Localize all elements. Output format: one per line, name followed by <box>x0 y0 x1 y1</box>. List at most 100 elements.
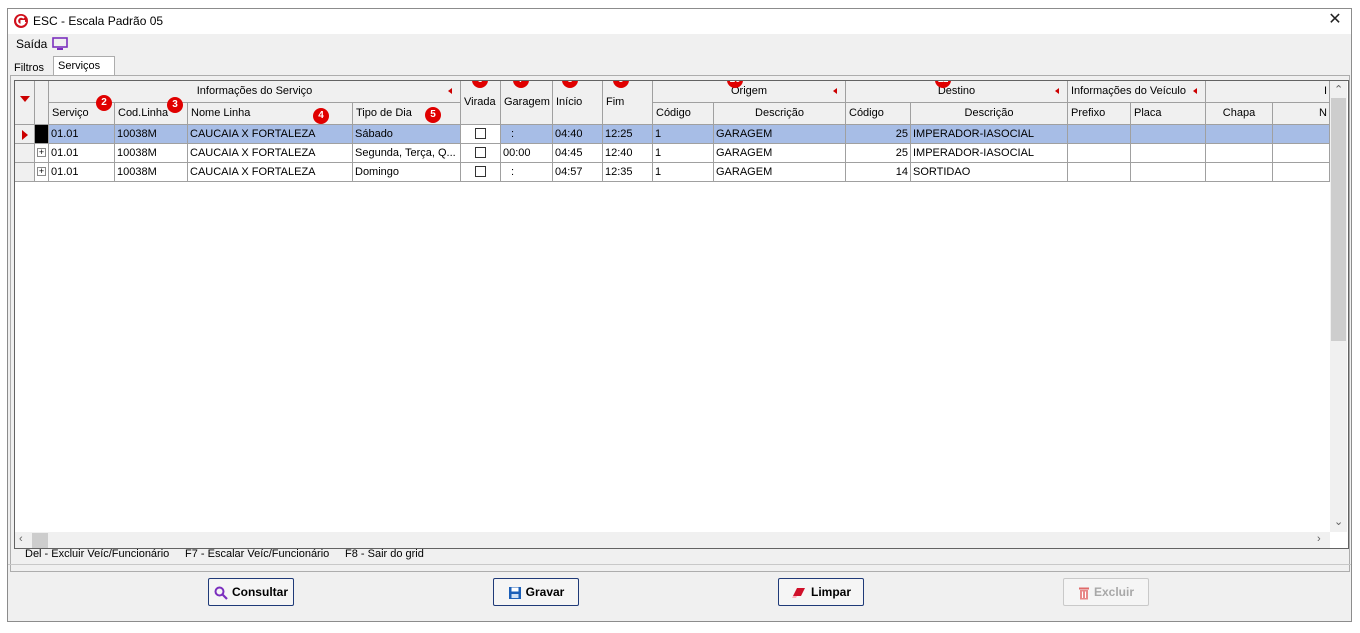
cell-origem-descricao[interactable]: GARAGEM <box>714 144 846 163</box>
cell-inicio[interactable]: 04:57 <box>553 163 603 182</box>
col-header-garagem[interactable]: Garagem <box>501 81 553 125</box>
cell-placa[interactable] <box>1131 163 1206 182</box>
cell-chapa[interactable] <box>1206 144 1273 163</box>
virada-checkbox[interactable] <box>475 128 486 139</box>
close-icon[interactable]: ✕ <box>1327 12 1343 28</box>
consultar-button[interactable]: Consultar <box>208 578 294 606</box>
limpar-button[interactable]: Limpar <box>778 578 864 606</box>
col-header-inicio[interactable]: Início <box>553 81 603 125</box>
cell-truncated[interactable] <box>1273 125 1330 144</box>
cell-cod-linha[interactable]: 10038M <box>115 125 188 144</box>
cell-tipo-dia[interactable]: Sábado <box>353 125 461 144</box>
virada-checkbox[interactable] <box>475 166 486 177</box>
cell-tipo-dia[interactable]: Domingo <box>353 163 461 182</box>
collapse-arrow-icon[interactable] <box>833 88 837 94</box>
cell-destino-descricao[interactable]: IMPERADOR-IASOCIAL <box>911 144 1068 163</box>
scroll-up-icon[interactable]: ⌃ <box>1334 83 1343 96</box>
cell-destino-codigo[interactable]: 25 <box>846 144 911 163</box>
expand-plus-icon[interactable]: + <box>37 167 46 176</box>
tab-servicos[interactable]: Serviços <box>53 56 115 76</box>
group-header-origem[interactable]: Origem <box>653 81 846 103</box>
cell-origem-codigo[interactable]: 1 <box>653 163 714 182</box>
group-header-info-veiculo[interactable]: Informações do Veículo <box>1068 81 1206 103</box>
cell-prefixo[interactable] <box>1068 163 1131 182</box>
col-header-truncated[interactable]: N <box>1273 103 1330 125</box>
tab-filtros[interactable]: Filtros <box>10 59 54 75</box>
scroll-right-icon[interactable]: › <box>1317 533 1321 545</box>
cell-servico[interactable]: 01.01 <box>49 125 115 144</box>
col-header-tipo-dia[interactable]: Tipo de Dia <box>353 103 461 125</box>
cell-placa[interactable] <box>1131 144 1206 163</box>
col-header-origem-codigo[interactable]: Código <box>653 103 714 125</box>
cell-placa[interactable] <box>1131 125 1206 144</box>
cell-virada[interactable] <box>461 144 501 163</box>
cell-truncated[interactable] <box>1273 144 1330 163</box>
excluir-button[interactable]: Excluir <box>1063 578 1149 606</box>
grid-corner-header[interactable] <box>15 81 35 125</box>
col-header-fim[interactable]: Fim <box>603 81 653 125</box>
cell-servico[interactable]: 01.01 <box>49 163 115 182</box>
row-expand-cell[interactable]: + <box>35 144 49 163</box>
cell-inicio[interactable]: 04:45 <box>553 144 603 163</box>
cell-destino-descricao[interactable]: IMPERADOR-IASOCIAL <box>911 125 1068 144</box>
cell-inicio[interactable]: 04:40 <box>553 125 603 144</box>
virada-checkbox[interactable] <box>475 147 486 158</box>
row-expand-cell[interactable]: + <box>35 163 49 182</box>
row-expand-cell[interactable] <box>35 125 49 144</box>
cell-tipo-dia[interactable]: Segunda, Terça, Q... <box>353 144 461 163</box>
cell-virada[interactable] <box>461 163 501 182</box>
cell-fim[interactable]: 12:25 <box>603 125 653 144</box>
cell-origem-descricao[interactable]: GARAGEM <box>714 125 846 144</box>
collapse-arrow-icon[interactable] <box>1193 88 1197 94</box>
cell-cod-linha[interactable]: 10038M <box>115 144 188 163</box>
horizontal-scrollbar[interactable]: ‹ › <box>15 532 1330 548</box>
cell-garagem[interactable]: 00:00 <box>501 144 553 163</box>
scroll-left-icon[interactable]: ‹ <box>19 533 23 545</box>
cell-chapa[interactable] <box>1206 125 1273 144</box>
services-grid[interactable]: Informações do Serviço Serviço Cod.Linha… <box>14 80 1349 549</box>
row-indicator[interactable] <box>15 125 35 144</box>
cell-virada[interactable] <box>461 125 501 144</box>
table-row[interactable]: + 01.01 10038M CAUCAIA X FORTALEZA Domin… <box>15 163 1330 182</box>
table-row[interactable]: + 01.01 10038M CAUCAIA X FORTALEZA Segun… <box>15 144 1330 163</box>
col-header-placa[interactable]: Placa <box>1131 103 1206 125</box>
cell-origem-codigo[interactable]: 1 <box>653 144 714 163</box>
cell-fim[interactable]: 12:35 <box>603 163 653 182</box>
cell-nome-linha[interactable]: CAUCAIA X FORTALEZA <box>188 144 353 163</box>
col-header-origem-descricao[interactable]: Descrição <box>714 103 846 125</box>
group-header-truncated[interactable]: I <box>1206 81 1330 103</box>
cell-prefixo[interactable] <box>1068 125 1131 144</box>
scroll-down-icon[interactable]: ⌄ <box>1334 515 1343 528</box>
vertical-scrollbar[interactable]: ⌃ ⌄ <box>1330 81 1347 532</box>
collapse-arrow-icon[interactable] <box>1055 88 1059 94</box>
cell-nome-linha[interactable]: CAUCAIA X FORTALEZA <box>188 163 353 182</box>
cell-fim[interactable]: 12:40 <box>603 144 653 163</box>
cell-origem-codigo[interactable]: 1 <box>653 125 714 144</box>
menu-saida[interactable]: Saída <box>16 37 47 51</box>
cell-destino-descricao[interactable]: SORTIDAO <box>911 163 1068 182</box>
cell-prefixo[interactable] <box>1068 144 1131 163</box>
cell-truncated[interactable] <box>1273 163 1330 182</box>
col-header-destino-codigo[interactable]: Código <box>846 103 911 125</box>
expand-plus-icon[interactable]: + <box>37 148 46 157</box>
table-row[interactable]: 01.01 10038M CAUCAIA X FORTALEZA Sábado … <box>15 125 1330 144</box>
gravar-button[interactable]: Gravar <box>493 578 579 606</box>
cell-cod-linha[interactable]: 10038M <box>115 163 188 182</box>
cell-origem-descricao[interactable]: GARAGEM <box>714 163 846 182</box>
col-header-chapa[interactable]: Chapa <box>1206 103 1273 125</box>
cell-destino-codigo[interactable]: 25 <box>846 125 911 144</box>
cell-garagem[interactable]: : <box>501 125 553 144</box>
group-header-destino[interactable]: Destino <box>846 81 1068 103</box>
collapse-arrow-icon[interactable] <box>448 88 452 94</box>
cell-chapa[interactable] <box>1206 163 1273 182</box>
cell-destino-codigo[interactable]: 14 <box>846 163 911 182</box>
row-indicator[interactable] <box>15 163 35 182</box>
horizontal-scroll-thumb[interactable] <box>32 533 48 548</box>
cell-servico[interactable]: 01.01 <box>49 144 115 163</box>
cell-garagem[interactable]: : <box>501 163 553 182</box>
row-indicator[interactable] <box>15 144 35 163</box>
vertical-scroll-thumb[interactable] <box>1331 98 1346 341</box>
col-header-prefixo[interactable]: Prefixo <box>1068 103 1131 125</box>
monitor-icon[interactable] <box>52 37 68 51</box>
col-header-destino-descricao[interactable]: Descrição <box>911 103 1068 125</box>
